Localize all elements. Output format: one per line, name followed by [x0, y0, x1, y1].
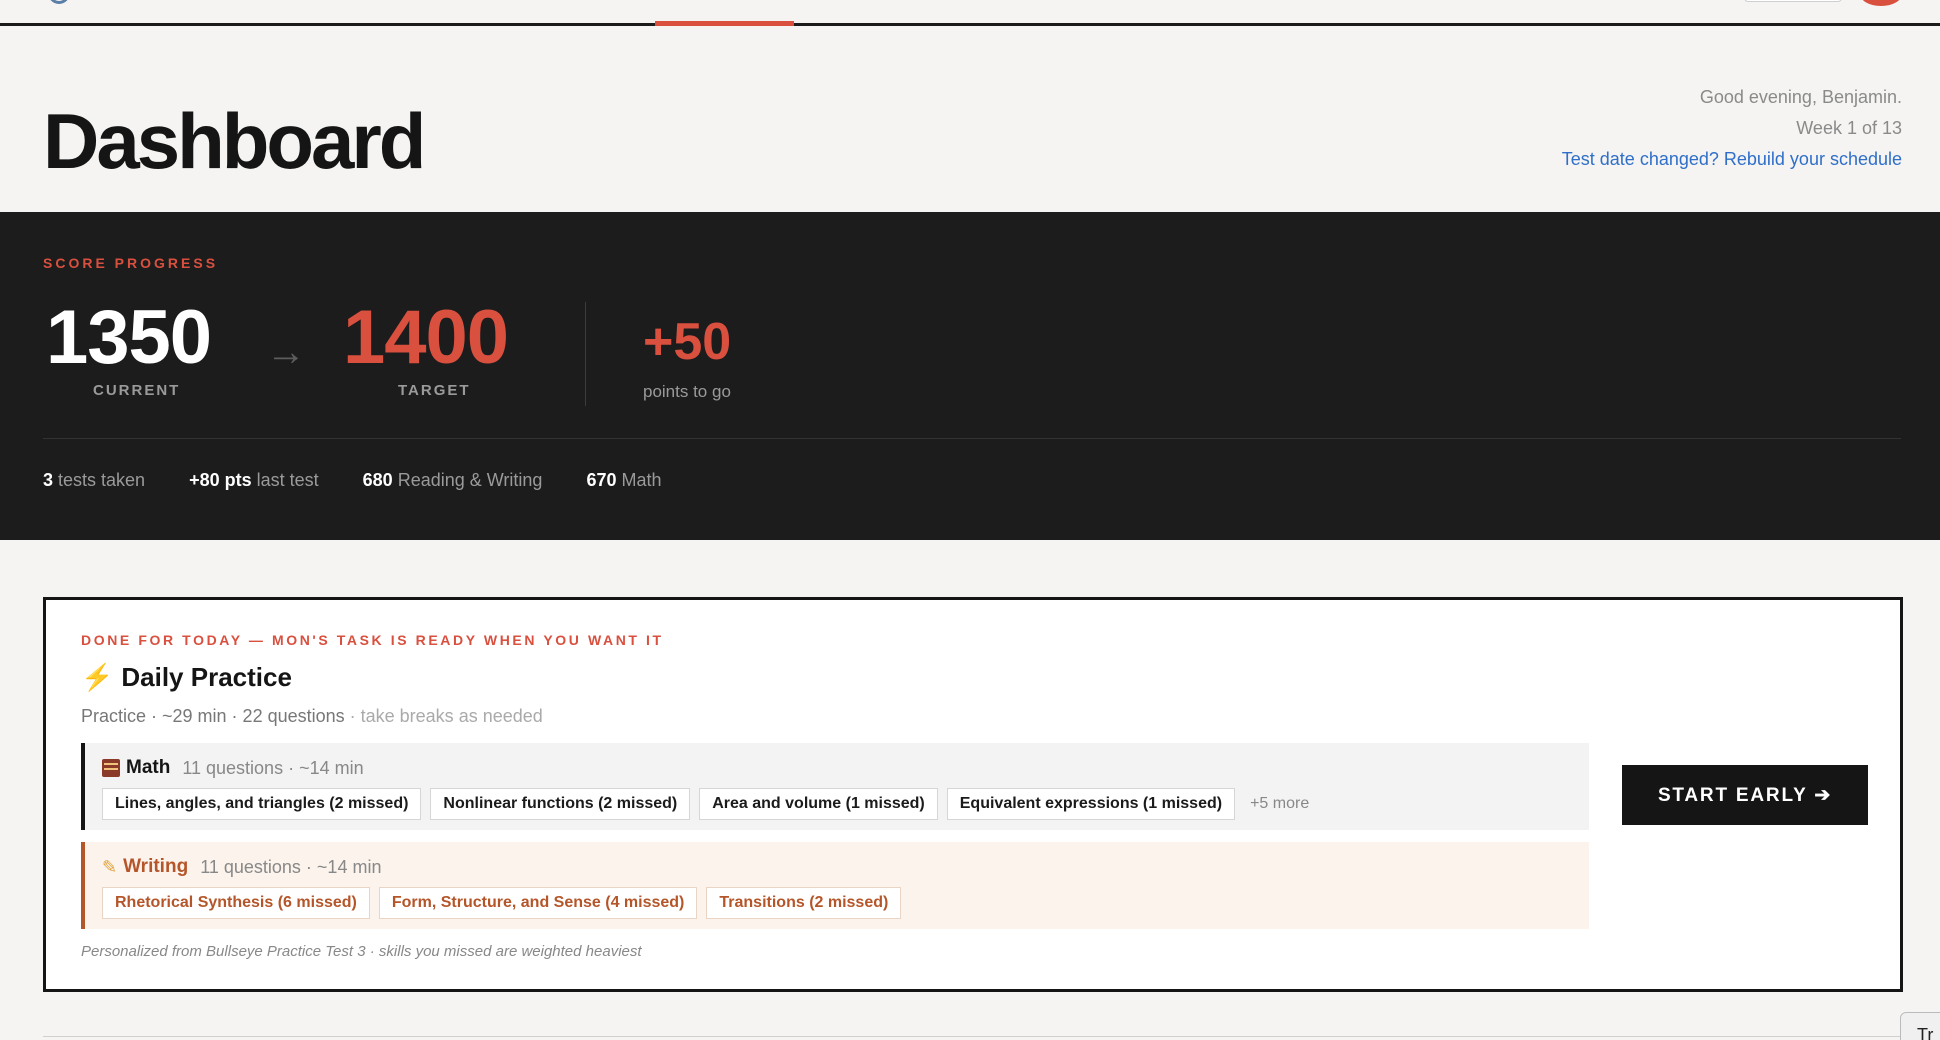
page-title: Dashboard: [43, 97, 426, 185]
rebuild-schedule-link[interactable]: Test date changed? Rebuild your schedule: [1562, 149, 1902, 169]
target-score-label: TARGET: [398, 382, 471, 399]
math-section-name: Math: [126, 757, 171, 778]
stat-math: 670 Math: [586, 470, 662, 490]
points-to-go-label: points to go: [643, 382, 731, 401]
math-section-header: Math 11 questions · ~14 min: [102, 757, 364, 779]
math-section: Math 11 questions · ~14 min Lines, angle…: [81, 743, 1589, 830]
pencil-icon: ✎: [102, 856, 118, 877]
practice-title-text: Daily Practice: [121, 662, 292, 692]
week-indicator: Week 1 of 13: [1796, 118, 1902, 138]
active-tab-indicator: [655, 21, 794, 26]
personalization-note: Personalized from Bullseye Practice Test…: [81, 943, 642, 960]
top-nav: [0, 0, 1940, 26]
target-score: 1400: [343, 295, 509, 380]
current-score: 1350: [46, 295, 212, 380]
writing-section-name: Writing: [123, 856, 189, 877]
corner-tab[interactable]: Tr: [1900, 1012, 1940, 1040]
skill-chip: Transitions (2 missed): [706, 887, 902, 919]
points-to-go-value: +50: [643, 313, 732, 371]
stat-reading-writing: 680 Reading & Writing: [362, 470, 543, 490]
stat-last-test: +80 pts last test: [189, 470, 319, 490]
start-early-button[interactable]: START EARLY ➔: [1622, 765, 1868, 825]
writing-section-header: ✎ Writing 11 questions · ~14 min: [102, 856, 381, 878]
lightning-icon: ⚡: [81, 662, 114, 692]
abacus-icon: [102, 759, 120, 777]
section-divider: [43, 1036, 1901, 1037]
current-score-label: CURRENT: [93, 382, 181, 399]
practice-meta: Practice · ~29 min · 22 questions · take…: [81, 706, 543, 726]
writing-section-info: 11 questions · ~14 min: [200, 856, 382, 877]
score-progress-eyebrow: SCORE PROGRESS: [43, 255, 219, 271]
daily-practice-card: DONE FOR TODAY — MON'S TASK IS READY WHE…: [43, 597, 1903, 992]
practice-title: ⚡ Daily Practice: [81, 662, 292, 693]
skill-chip: Lines, angles, and triangles (2 missed): [102, 788, 422, 820]
stats-divider: [43, 438, 1901, 439]
skill-chip: Area and volume (1 missed): [699, 788, 938, 820]
greeting-block: Good evening, Benjamin. Week 1 of 13 Tes…: [1562, 82, 1902, 175]
skill-chip: Rhetorical Synthesis (6 missed): [102, 887, 370, 919]
more-skills-link[interactable]: +5 more: [1250, 795, 1309, 813]
greeting-text: Good evening, Benjamin.: [1699, 87, 1902, 107]
arrow-right-icon: →: [266, 330, 306, 374]
skill-chip: Equivalent expressions (1 missed): [946, 788, 1236, 820]
math-skill-chips: Lines, angles, and triangles (2 missed) …: [102, 788, 1309, 820]
writing-section: ✎ Writing 11 questions · ~14 min Rhetori…: [81, 842, 1589, 929]
logo-icon[interactable]: [48, 0, 70, 4]
score-stats: 3 tests taken +80 pts last test 680 Read…: [43, 470, 662, 491]
score-progress-panel: SCORE PROGRESS 1350 CURRENT → 1400 TARGE…: [0, 212, 1940, 540]
skill-chip: Form, Structure, and Sense (4 missed): [378, 887, 698, 919]
score-divider: [585, 302, 586, 406]
stat-tests-taken: 3 tests taken: [43, 470, 146, 490]
avatar[interactable]: [1860, 0, 1902, 6]
math-section-info: 11 questions · ~14 min: [182, 757, 364, 778]
skill-chip: Nonlinear functions (2 missed): [430, 788, 691, 820]
practice-status-eyebrow: DONE FOR TODAY — MON'S TASK IS READY WHE…: [81, 632, 664, 648]
top-nav-button[interactable]: [1744, 0, 1842, 2]
writing-skill-chips: Rhetorical Synthesis (6 missed) Form, St…: [102, 887, 902, 919]
